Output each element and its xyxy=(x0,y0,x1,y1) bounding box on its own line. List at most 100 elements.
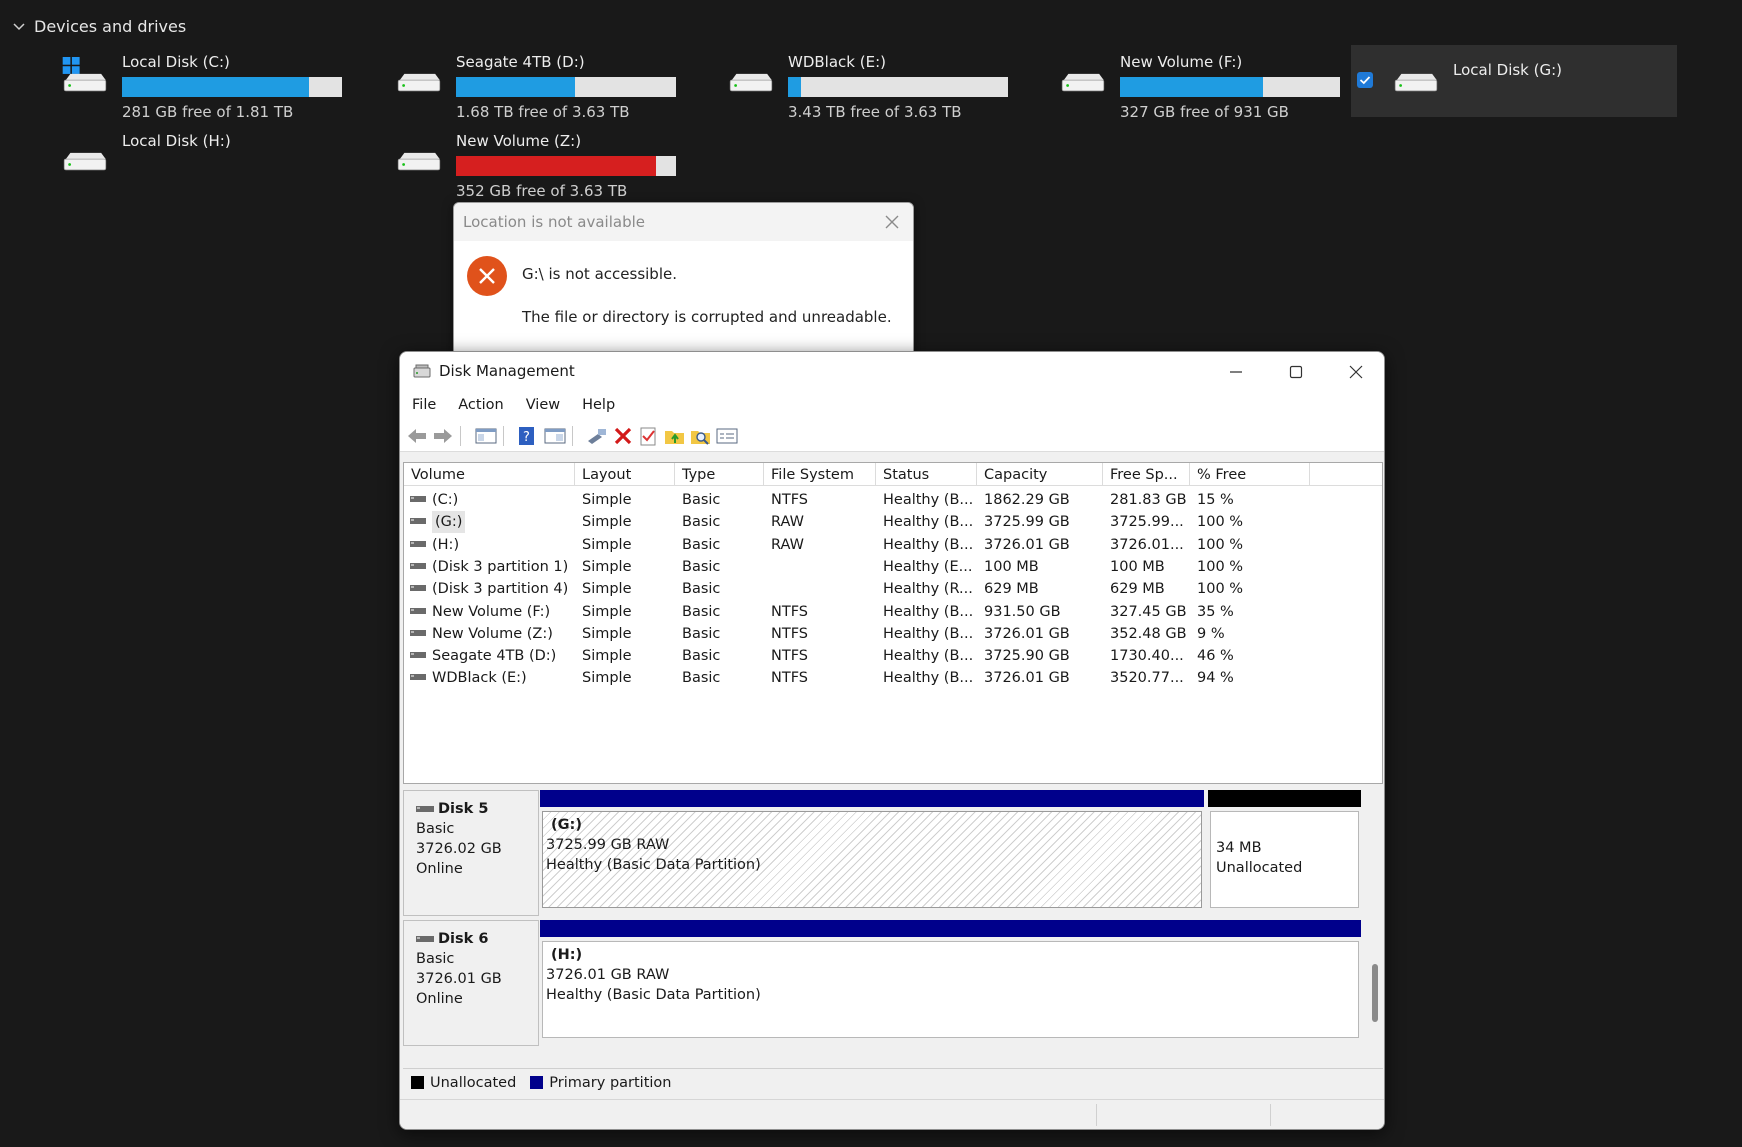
menu-action[interactable]: Action xyxy=(458,397,503,413)
cell-pct: 100 % xyxy=(1197,536,1244,553)
column-header-status[interactable]: Status xyxy=(876,463,977,486)
table-row[interactable]: New Volume (F:) Simple Basic NTFS Healthy (B… xyxy=(404,601,1382,623)
delete-icon[interactable] xyxy=(612,426,634,446)
volume-icon xyxy=(410,585,426,592)
drive-c[interactable]: Local Disk (C:) 281 GB free of 1.81 TB xyxy=(56,45,356,121)
menu-help[interactable]: Help xyxy=(582,397,615,413)
selected-checkbox-icon[interactable] xyxy=(1357,72,1373,88)
legend: Unallocated Primary partition xyxy=(403,1068,1383,1096)
volume-icon xyxy=(410,562,426,569)
column-header-free-space[interactable]: Free Sp... xyxy=(1103,463,1190,486)
help-icon[interactable]: ? xyxy=(516,426,538,446)
column-header-volume[interactable]: Volume xyxy=(404,463,575,486)
cell-pct: 100 % xyxy=(1197,514,1244,531)
table-row[interactable]: WDBlack (E:) Simple Basic NTFS Healthy (B...… xyxy=(404,667,1382,689)
vertical-scrollbar-thumb[interactable] xyxy=(1372,964,1378,1022)
drive-h[interactable]: Local Disk (H:) xyxy=(56,124,356,196)
disk-name: Disk 6 xyxy=(438,931,489,947)
drive-free-text: 3.43 TB free of 3.63 TB xyxy=(788,103,962,121)
drive-f[interactable]: New Volume (F:) 327 GB free of 931 GB xyxy=(1054,45,1354,121)
svg-text:?: ? xyxy=(523,430,530,445)
back-arrow-icon[interactable] xyxy=(406,426,428,446)
unallocated-space[interactable]: 34 MB Unallocated xyxy=(1208,790,1361,916)
disk-5-label[interactable]: Disk 5 Basic 3726.02 GB Online xyxy=(403,790,539,916)
drive-usage-bar xyxy=(122,77,342,97)
disk-kind: Basic xyxy=(416,951,455,967)
column-header-file-system[interactable]: File System xyxy=(764,463,876,486)
column-header-percent-free[interactable]: % Free xyxy=(1190,463,1310,486)
cell-status: Healthy (B... xyxy=(883,536,974,553)
cell-layout: Simple xyxy=(582,670,632,687)
cell-status: Healthy (R... xyxy=(883,581,973,598)
hard-drive-icon xyxy=(397,152,441,171)
title-bar[interactable]: Disk Management xyxy=(400,352,1384,392)
menu-view[interactable]: View xyxy=(526,397,560,413)
connect-icon[interactable] xyxy=(586,426,608,446)
cell-status: Healthy (E... xyxy=(883,558,973,575)
drive-z[interactable]: New Volume (Z:) 352 GB free of 3.63 TB xyxy=(390,124,690,200)
drive-e[interactable]: WDBlack (E:) 3.43 TB free of 3.63 TB xyxy=(722,45,1022,121)
legend-swatch-unallocated xyxy=(411,1076,424,1089)
partition-line1: 34 MB xyxy=(1216,840,1262,856)
table-row[interactable]: (C:) Simple Basic NTFS Healthy (B... 1862.29 … xyxy=(404,489,1382,511)
partition-line2: Healthy (Basic Data Partition) xyxy=(546,857,761,873)
properties-view-icon[interactable] xyxy=(544,426,566,446)
cell-capacity: 931.50 GB xyxy=(984,603,1061,620)
drive-d[interactable]: Seagate 4TB (D:) 1.68 TB free of 3.63 TB xyxy=(390,45,690,121)
close-icon[interactable] xyxy=(883,213,901,231)
folder-up-icon[interactable] xyxy=(664,426,686,446)
disk-state: Online xyxy=(416,991,463,1007)
cell-status: Healthy (B... xyxy=(883,514,974,531)
check-icon[interactable] xyxy=(638,426,660,446)
column-header-type[interactable]: Type xyxy=(675,463,764,486)
volume-icon xyxy=(410,652,426,659)
drive-g[interactable]: Local Disk (G:) xyxy=(1351,45,1677,117)
drive-name: Local Disk (G:) xyxy=(1453,61,1563,79)
cell-type: Basic xyxy=(682,558,721,575)
hard-drive-icon xyxy=(63,152,107,171)
table-row[interactable]: (Disk 3 partition 4) Simple Basic Healthy (… xyxy=(404,578,1382,600)
table-row[interactable]: New Volume (Z:) Simple Basic NTFS Healthy (B… xyxy=(404,623,1382,645)
table-row[interactable]: (G:) Simple Basic RAW Healthy (B... 3725.99 G… xyxy=(404,511,1382,534)
table-row[interactable]: Seagate 4TB (D:) Simple Basic NTFS Healthy (… xyxy=(404,645,1382,667)
console-tree-icon[interactable] xyxy=(475,426,497,446)
drive-name: WDBlack (E:) xyxy=(788,53,886,71)
partition-line2: Unallocated xyxy=(1216,860,1303,876)
table-row[interactable]: (H:) Simple Basic RAW Healthy (B... 3726.01 G… xyxy=(404,534,1382,556)
cell-pct: 94 % xyxy=(1197,670,1234,687)
forward-arrow-icon[interactable] xyxy=(432,426,454,446)
cell-volume: New Volume (F:) xyxy=(432,603,551,620)
minimize-button[interactable] xyxy=(1206,352,1266,392)
disk-graphical-view: Disk 5 Basic 3726.02 GB Online (G:) 3725… xyxy=(403,790,1383,1062)
cell-layout: Simple xyxy=(582,581,632,598)
cell-free: 3726.01... xyxy=(1110,536,1184,553)
hard-drive-icon xyxy=(397,73,441,92)
hard-drive-icon xyxy=(1394,73,1438,92)
close-button[interactable] xyxy=(1326,352,1384,392)
column-header-capacity[interactable]: Capacity xyxy=(977,463,1103,486)
disk-size: 3726.01 GB xyxy=(416,971,502,987)
maximize-button[interactable] xyxy=(1266,352,1326,392)
folder-search-icon[interactable] xyxy=(690,426,712,446)
cell-volume: New Volume (Z:) xyxy=(432,625,553,642)
volume-list[interactable]: Volume Layout Type File System Status Ca… xyxy=(403,462,1383,784)
partition-body: (H:) 3726.01 GB RAW Healthy (Basic Data … xyxy=(542,941,1359,1038)
error-x-icon xyxy=(467,256,507,296)
cell-layout: Simple xyxy=(582,603,632,620)
error-detail: The file or directory is corrupted and u… xyxy=(522,308,892,326)
volume-list-header: Volume Layout Type File System Status Ca… xyxy=(404,463,1382,486)
cell-type: Basic xyxy=(682,670,721,687)
partition-label: (H:) xyxy=(551,947,583,963)
partition-h[interactable]: (H:) 3726.01 GB RAW Healthy (Basic Data … xyxy=(540,920,1361,1046)
partition-g[interactable]: (G:) 3725.99 GB RAW Healthy (Basic Data … xyxy=(540,790,1204,916)
column-header-layout[interactable]: Layout xyxy=(575,463,675,486)
disk-6-label[interactable]: Disk 6 Basic 3726.01 GB Online xyxy=(403,920,539,1046)
properties-icon[interactable] xyxy=(716,426,738,446)
cell-fs: NTFS xyxy=(771,625,808,642)
menu-file[interactable]: File xyxy=(412,397,436,413)
drive-free-text: 327 GB free of 931 GB xyxy=(1120,103,1289,121)
cell-free: 3725.99... xyxy=(1110,514,1184,531)
table-row[interactable]: (Disk 3 partition 1) Simple Basic Healthy (… xyxy=(404,556,1382,578)
disk-name: Disk 5 xyxy=(438,801,489,817)
devices-and-drives-header[interactable]: Devices and drives xyxy=(12,14,186,38)
